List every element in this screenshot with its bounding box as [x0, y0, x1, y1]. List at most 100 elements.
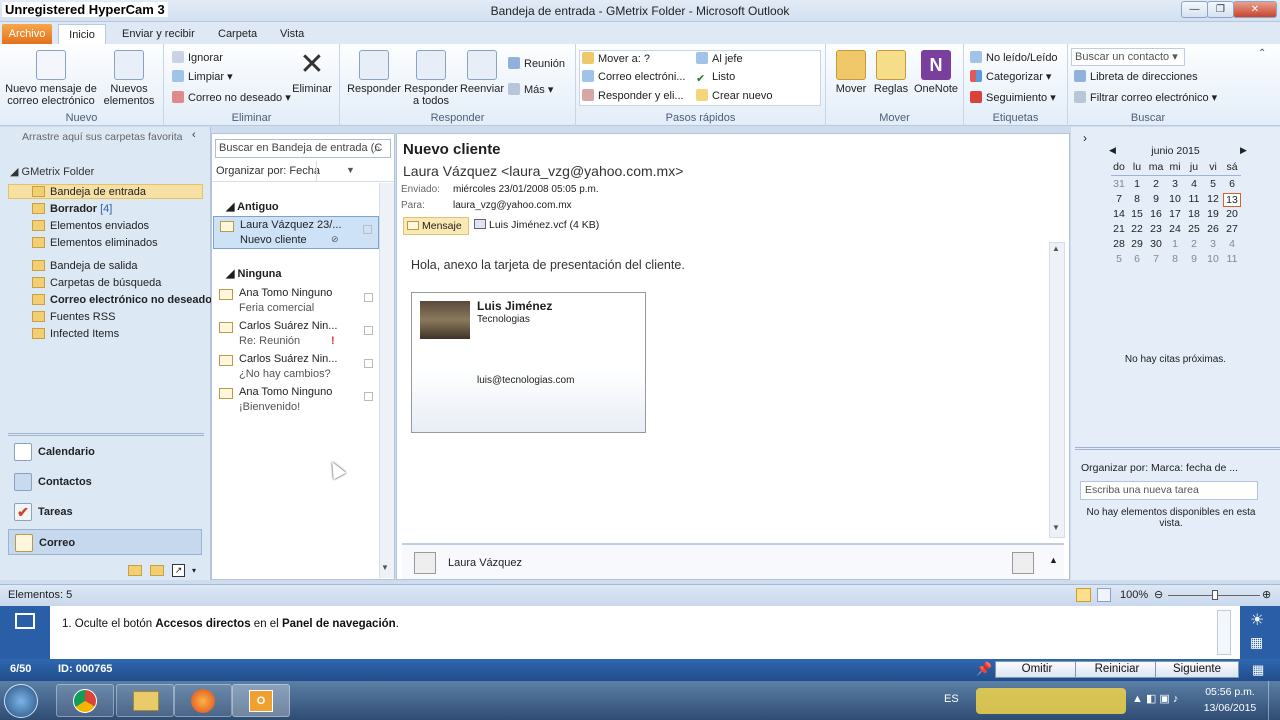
calendar-day[interactable]: 12 — [1204, 193, 1222, 205]
attachment-vcf[interactable]: Luis Jiménez.vcf (4 KB) — [474, 219, 599, 231]
taskbar-explorer[interactable] — [116, 684, 174, 717]
message-tab[interactable]: Mensaje — [403, 217, 469, 235]
window-toggle-icon[interactable] — [15, 613, 35, 629]
root-folder[interactable]: ◢ GMetrix Folder — [10, 165, 94, 178]
brightness-icon[interactable]: ☀ — [1250, 610, 1264, 630]
language-indicator[interactable]: ES — [944, 693, 959, 705]
calendar-day[interactable]: 11 — [1223, 253, 1241, 265]
calendar-day[interactable]: 15 — [1128, 208, 1146, 220]
calendar-day[interactable]: 7 — [1110, 193, 1128, 205]
calendar-day[interactable]: 9 — [1147, 193, 1165, 205]
calendar-day[interactable]: 9 — [1185, 253, 1203, 265]
expand-todo-icon[interactable]: › — [1083, 131, 1087, 145]
nav-mail-button[interactable]: Correo — [8, 529, 202, 555]
next-month-icon[interactable]: ▶ — [1240, 145, 1247, 156]
zoom-in-icon[interactable]: ⊕ — [1262, 588, 1271, 601]
group-header-old[interactable]: ◢ Antiguo — [226, 200, 279, 213]
show-desktop-button[interactable] — [1268, 681, 1280, 720]
quick-step-email[interactable]: Correo electróni... — [582, 69, 685, 85]
expand-people-pane-icon[interactable]: ▲ — [1049, 555, 1058, 565]
folder-inbox[interactable]: Bandeja de entrada — [32, 184, 146, 200]
quick-step-done[interactable]: ✔ Listo — [696, 69, 735, 85]
follow-up-button[interactable]: Seguimiento ▾ — [970, 90, 1056, 106]
folder-deleted[interactable]: Elementos eliminados — [32, 235, 158, 251]
folder-infected[interactable]: Infected Items — [32, 326, 119, 342]
scroll-up-icon[interactable]: ▲ — [1052, 244, 1060, 253]
search-icon[interactable]: ⌕ — [374, 141, 381, 156]
calendar-day[interactable]: 18 — [1185, 208, 1203, 220]
close-button[interactable]: ✕ — [1233, 1, 1277, 18]
calendar-day[interactable]: 13 — [1223, 193, 1241, 207]
junk-button[interactable]: Correo no deseado ▾ — [172, 90, 291, 106]
scroll-down-icon[interactable]: ▼ — [1052, 523, 1060, 532]
calendar-day[interactable]: 6 — [1223, 178, 1241, 190]
calendar-day[interactable]: 19 — [1204, 208, 1222, 220]
calendar-day[interactable]: 3 — [1166, 178, 1184, 190]
taskbar-chrome[interactable] — [56, 684, 114, 717]
tab-home[interactable]: Inicio — [58, 24, 106, 44]
grid-icon[interactable]: ▦ — [1252, 662, 1264, 678]
calendar-day[interactable]: 26 — [1204, 223, 1222, 235]
calendar-day[interactable]: 30 — [1147, 238, 1165, 250]
calendar-day[interactable]: 8 — [1128, 193, 1146, 205]
delete-button[interactable]: ✕ Eliminar — [288, 50, 336, 96]
calendar-day[interactable]: 5 — [1204, 178, 1222, 190]
reply-all-button[interactable]: Responder a todos — [402, 50, 460, 107]
clean-up-button[interactable]: Limpiar ▾ — [172, 69, 233, 85]
ignore-button[interactable]: Ignorar — [172, 50, 223, 66]
calendar-day[interactable]: 4 — [1223, 238, 1241, 250]
skip-button[interactable]: Omitir — [995, 661, 1079, 678]
nav-calendar-button[interactable]: Calendario — [8, 439, 202, 465]
flag-outline-icon[interactable] — [364, 359, 373, 368]
pin-icon[interactable]: 📌 — [976, 661, 992, 677]
people-pane-name[interactable]: Laura Vázquez — [448, 557, 522, 569]
todo-splitter[interactable] — [1075, 447, 1280, 450]
categorize-button[interactable]: Categorizar ▾ — [970, 69, 1051, 85]
folder-drafts[interactable]: Borrador [4] — [32, 201, 112, 217]
scroll-down-icon[interactable]: ▼ — [381, 563, 389, 572]
calendar-day[interactable]: 17 — [1166, 208, 1184, 220]
calendar-day[interactable]: 8 — [1166, 253, 1184, 265]
restart-button[interactable]: Reiniciar — [1075, 661, 1159, 678]
more-respond-button[interactable]: Más ▾ — [508, 82, 553, 98]
folder-list-shortcut-icon[interactable] — [150, 565, 164, 576]
new-items-button[interactable]: Nuevos elementos — [98, 50, 160, 107]
folder-search[interactable]: Carpetas de búsqueda — [32, 275, 161, 291]
move-button[interactable]: Mover — [830, 50, 872, 95]
calendar-day[interactable]: 5 — [1110, 253, 1128, 265]
calendar-day[interactable]: 7 — [1147, 253, 1165, 265]
zoom-out-icon[interactable]: ⊖ — [1154, 588, 1163, 601]
calendar-day[interactable]: 29 — [1128, 238, 1146, 250]
calendar-day[interactable]: 11 — [1185, 193, 1203, 205]
calendar-day[interactable]: 3 — [1204, 238, 1222, 250]
calendar-day[interactable]: 10 — [1204, 253, 1222, 265]
sort-arrow-icon[interactable]: ▼ — [346, 165, 355, 175]
address-book-button[interactable]: Libreta de direcciones — [1074, 69, 1198, 85]
calendar-day[interactable]: 20 — [1223, 208, 1241, 220]
group-header-none[interactable]: ◢ Ninguna — [226, 267, 282, 280]
new-task-input[interactable]: Escriba una nueva tarea — [1080, 481, 1258, 500]
minimize-button[interactable]: — — [1181, 1, 1208, 18]
onenote-button[interactable]: N OneNote — [912, 50, 960, 95]
collapse-nav-icon[interactable]: ‹ — [192, 129, 196, 141]
rules-button[interactable]: Reglas — [870, 50, 912, 95]
calendar-day[interactable]: 1 — [1128, 178, 1146, 190]
calendar-day[interactable]: 6 — [1128, 253, 1146, 265]
nav-contacts-button[interactable]: Contactos — [8, 469, 202, 495]
flag-outline-icon[interactable] — [364, 326, 373, 335]
folder-junk[interactable]: Correo electrónico no deseado — [32, 292, 212, 308]
calendar-day[interactable]: 28 — [1110, 238, 1128, 250]
next-button[interactable]: Siguiente — [1155, 661, 1239, 678]
folder-outbox[interactable]: Bandeja de salida — [32, 258, 137, 274]
list-item[interactable]: Carlos Suárez Nin... Re: Reunión! — [213, 318, 379, 351]
collapse-ribbon-icon[interactable]: ⌃ — [1258, 48, 1266, 59]
flag-outline-icon[interactable] — [363, 225, 372, 234]
calendar-day[interactable]: 1 — [1166, 238, 1184, 250]
taskbar-outlook[interactable]: O — [232, 684, 290, 717]
tab-view[interactable]: Vista — [270, 24, 314, 44]
flag-outline-icon[interactable] — [364, 392, 373, 401]
instruction-scrollbar[interactable] — [1217, 610, 1231, 655]
list-scrollbar[interactable] — [379, 183, 394, 578]
new-mail-button[interactable]: Nuevo mensaje de correo electrónico — [4, 50, 98, 107]
task-arrange-header[interactable]: Organizar por: Marca: fecha de ... — [1081, 462, 1238, 474]
